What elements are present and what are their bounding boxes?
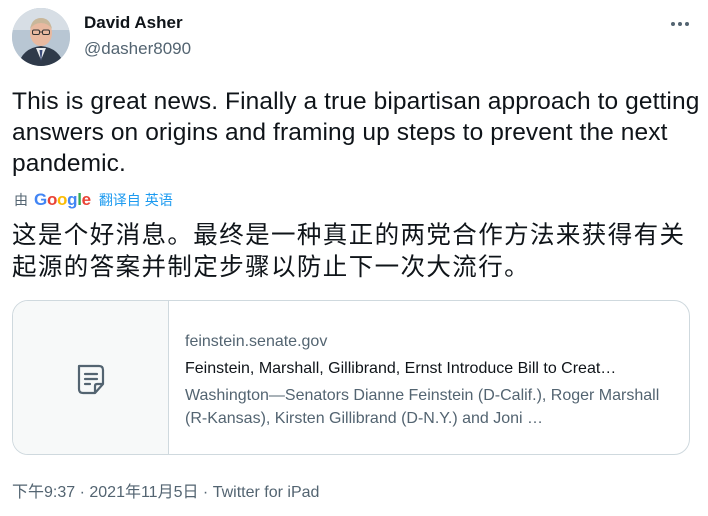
more-horizontal-icon — [671, 22, 689, 26]
tweet-source[interactable]: Twitter for iPad — [213, 484, 320, 501]
tweet-author: David Asher @dasher8090 — [84, 12, 191, 60]
more-options-button[interactable] — [670, 14, 690, 34]
tweet-date[interactable]: 2021年11月5日 — [89, 484, 198, 501]
tweet-meta: 下午9:37 · 2021年11月5日 · Twitter for iPad — [12, 478, 319, 502]
card-body: feinstein.senate.gov Feinstein, Marshall… — [185, 331, 677, 430]
avatar-photo — [12, 8, 70, 66]
author-handle[interactable]: @dasher8090 — [84, 38, 191, 60]
translated-from-link[interactable]: 翻译自 英语 — [99, 190, 173, 210]
card-domain: feinstein.senate.gov — [185, 333, 328, 350]
card-thumbnail — [13, 301, 169, 454]
meta-separator: · — [198, 484, 213, 501]
translated-text: 这是个好消息。最终是一种真正的两党合作方法来获得有关起源的答案并制定步骤以防止下… — [12, 222, 686, 281]
avatar[interactable] — [12, 8, 70, 66]
tweet-text: This is great news. Finally a true bipar… — [12, 88, 700, 177]
tweet-time[interactable]: 下午9:37 — [12, 484, 75, 501]
card-title: Feinstein, Marshall, Gillibrand, Ernst I… — [185, 360, 617, 377]
author-name[interactable]: David Asher — [84, 12, 191, 34]
document-icon — [77, 364, 105, 395]
meta-separator: · — [75, 484, 90, 501]
google-logo: Google — [34, 190, 91, 209]
translated-by-label: 由 — [14, 192, 28, 208]
link-preview-card[interactable]: feinstein.senate.gov Feinstein, Marshall… — [12, 300, 690, 455]
card-description: Washington—Senators Dianne Feinstein (D-… — [185, 387, 660, 427]
translation-attribution: 由 Google 翻译自 英语 — [14, 189, 173, 211]
